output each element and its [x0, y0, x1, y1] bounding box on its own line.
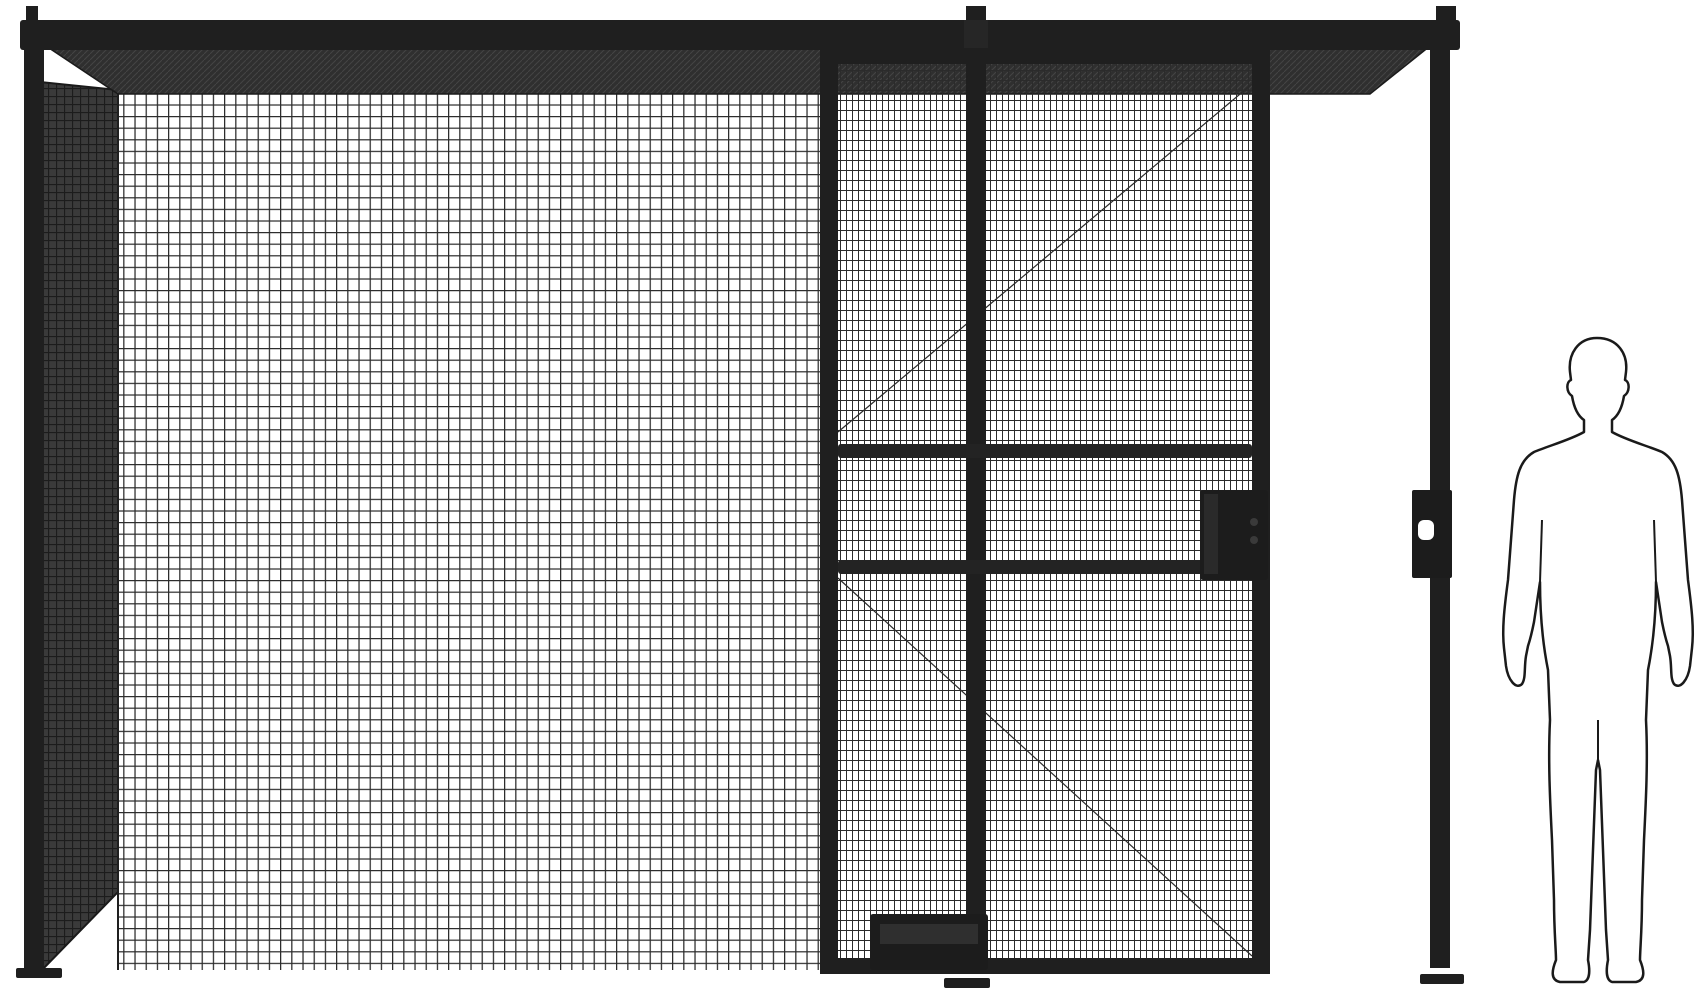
top-rail — [20, 20, 1460, 50]
left-foot-plate — [16, 968, 62, 978]
person-silhouette-icon — [1501, 336, 1695, 984]
door-left-stile — [820, 48, 838, 974]
door-center-post — [966, 60, 986, 970]
post-cap-right — [1436, 6, 1456, 22]
right-foot-plate — [1420, 974, 1464, 984]
side-panel — [39, 80, 119, 975]
sliding-door — [820, 48, 1270, 988]
right-post — [1412, 48, 1464, 984]
product-illustration — [0, 0, 1696, 994]
rail-joint — [964, 20, 988, 50]
middle-foot-plate — [944, 978, 990, 988]
post-cap-left — [26, 6, 38, 22]
post-strike-plate — [1412, 490, 1452, 578]
cage-drawing — [16, 6, 1695, 988]
door-top-rail — [820, 48, 1270, 64]
post-cap-middle — [966, 6, 986, 22]
door-lock-box — [1200, 490, 1268, 580]
door-cross-bar-lower — [838, 560, 1252, 574]
main-mesh-panel — [117, 90, 830, 970]
door-cross-bar-upper — [838, 444, 1252, 458]
